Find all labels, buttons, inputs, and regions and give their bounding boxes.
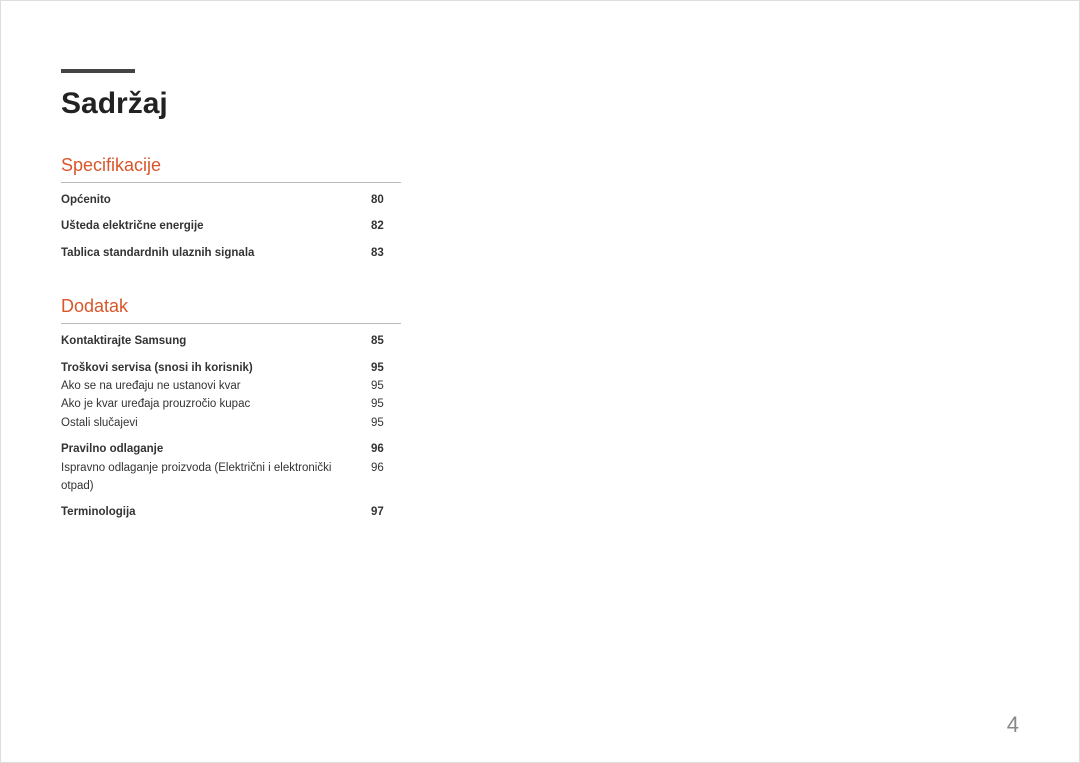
- toc-entry-page: 83: [371, 244, 401, 262]
- toc-entry-page: 80: [371, 191, 401, 209]
- toc-entry-page: 95: [371, 359, 401, 377]
- toc-entry-page: 82: [371, 217, 401, 235]
- toc-entry-label: Troškovi servisa (snosi ih korisnik): [61, 359, 371, 377]
- toc-entry-label: Terminologija: [61, 503, 371, 521]
- toc-entry-page: 95: [371, 377, 401, 395]
- toc-group: Pravilno odlaganje96Ispravno odlaganje p…: [61, 440, 401, 495]
- toc-entry-label: Ako se na uređaju ne ustanovi kvar: [61, 377, 371, 395]
- toc-section: SpecifikacijeOpćenito80Ušteda električne…: [61, 155, 401, 262]
- toc-entry-label: Tablica standardnih ulaznih signala: [61, 244, 371, 262]
- toc-entry-label: Kontaktirajte Samsung: [61, 332, 371, 350]
- toc-group: Ušteda električne energije82: [61, 217, 401, 235]
- section-heading: Specifikacije: [61, 155, 401, 183]
- toc-entry: Troškovi servisa (snosi ih korisnik)95: [61, 359, 401, 377]
- toc-entry-page: 95: [371, 395, 401, 413]
- toc-entry-page: 96: [371, 440, 401, 458]
- toc-entry-label: Općenito: [61, 191, 371, 209]
- toc-entry: Općenito80: [61, 191, 401, 209]
- toc-entry-label: Pravilno odlaganje: [61, 440, 371, 458]
- toc-entry: Ostali slučajevi95: [61, 414, 401, 432]
- toc-entry: Ušteda električne energije82: [61, 217, 401, 235]
- toc-container: SpecifikacijeOpćenito80Ušteda električne…: [61, 155, 1019, 522]
- document-page: Sadržaj SpecifikacijeOpćenito80Ušteda el…: [0, 0, 1080, 763]
- toc-group: Općenito80: [61, 191, 401, 209]
- page-title: Sadržaj: [61, 87, 1019, 121]
- toc-entry: Ako se na uređaju ne ustanovi kvar95: [61, 377, 401, 395]
- toc-entry-label: Ostali slučajevi: [61, 414, 371, 432]
- toc-entry-page: 85: [371, 332, 401, 350]
- toc-entry: Kontaktirajte Samsung85: [61, 332, 401, 350]
- title-rule: [61, 69, 135, 73]
- toc-entry-label: Ako je kvar uređaja prouzročio kupac: [61, 395, 371, 413]
- toc-group: Troškovi servisa (snosi ih korisnik)95Ak…: [61, 359, 401, 433]
- toc-group: Kontaktirajte Samsung85: [61, 332, 401, 350]
- section-heading: Dodatak: [61, 296, 401, 324]
- toc-section: DodatakKontaktirajte Samsung85Troškovi s…: [61, 296, 401, 522]
- toc-group: Tablica standardnih ulaznih signala83: [61, 244, 401, 262]
- toc-entry-label: Ispravno odlaganje proizvoda (Električni…: [61, 459, 371, 496]
- toc-entry: Ispravno odlaganje proizvoda (Električni…: [61, 459, 401, 496]
- toc-entry-label: Ušteda električne energije: [61, 217, 371, 235]
- toc-entry-page: 95: [371, 414, 401, 432]
- toc-entry: Ako je kvar uređaja prouzročio kupac95: [61, 395, 401, 413]
- toc-entry-page: 97: [371, 503, 401, 521]
- toc-entry-page: 96: [371, 459, 401, 496]
- toc-entry: Pravilno odlaganje96: [61, 440, 401, 458]
- toc-entry: Tablica standardnih ulaznih signala83: [61, 244, 401, 262]
- page-number: 4: [1007, 712, 1019, 738]
- toc-group: Terminologija97: [61, 503, 401, 521]
- toc-entry: Terminologija97: [61, 503, 401, 521]
